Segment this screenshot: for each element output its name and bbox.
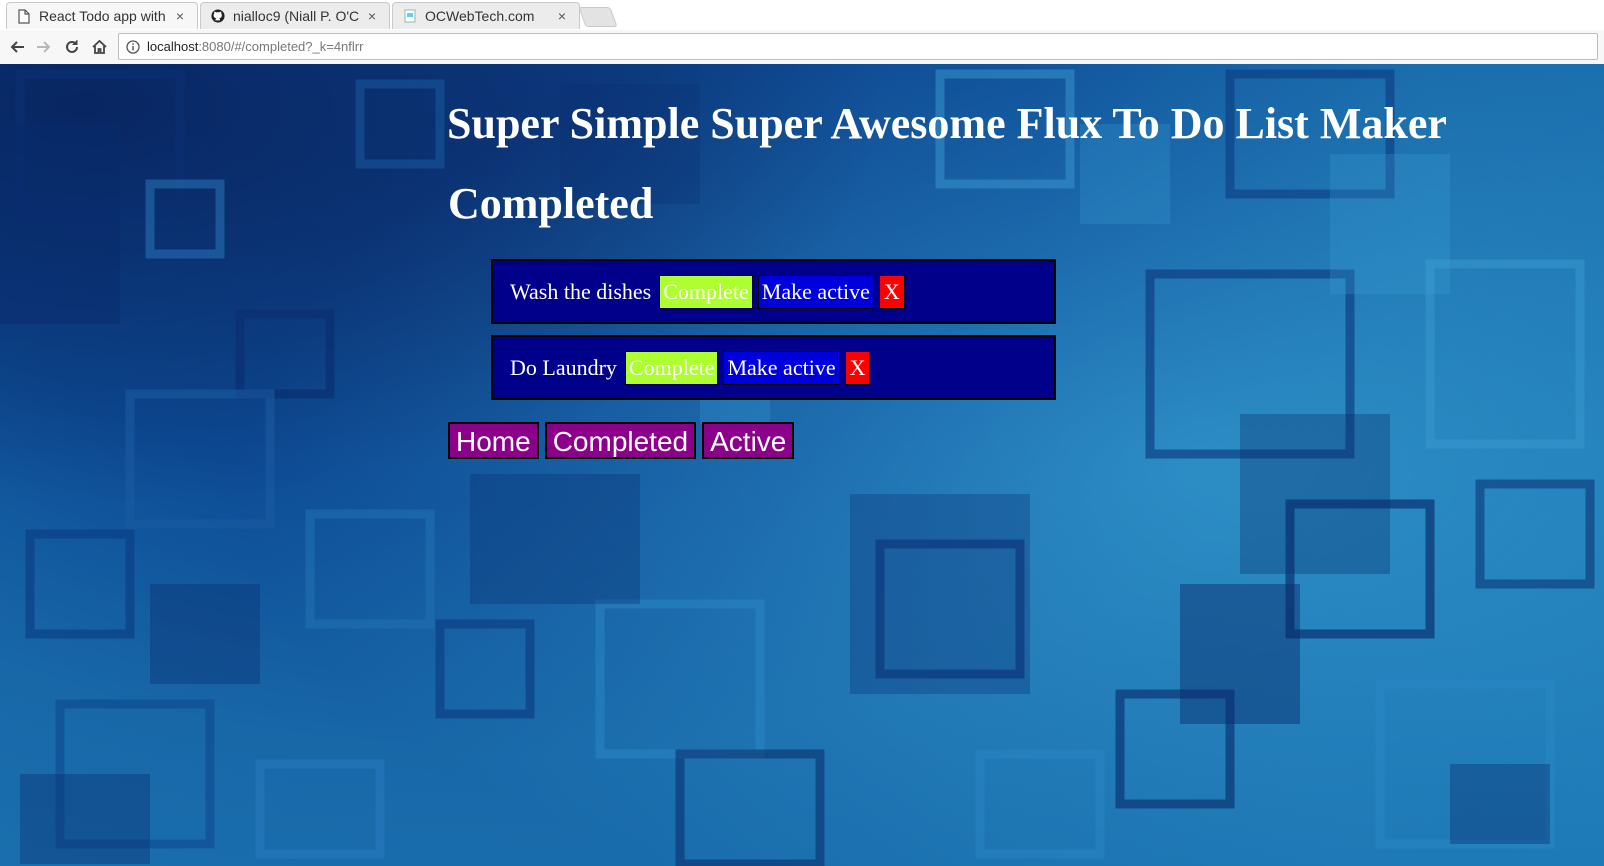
app-title: Super Simple Super Awesome Flux To Do Li… xyxy=(447,99,1447,148)
reload-icon xyxy=(66,40,78,53)
browser-chrome: React Todo app with × nialloc9 (Niall P.… xyxy=(0,0,1604,65)
complete-button[interactable]: Complete xyxy=(659,274,753,309)
browser-toolbar: localhost:8080/#/completed?_k=4nflrr xyxy=(0,30,1604,64)
todo-text: Wash the dishes xyxy=(510,278,652,304)
make-active-button[interactable]: Make active xyxy=(723,350,840,385)
delete-button[interactable]: X xyxy=(878,274,905,309)
page-heading: Completed xyxy=(448,179,654,228)
tab-title: nialloc9 (Niall P. O'C xyxy=(233,8,359,24)
nav-link-completed[interactable]: Completed xyxy=(544,422,697,459)
todo-text: Do Laundry xyxy=(510,354,617,380)
github-icon xyxy=(211,8,225,24)
todo-item: Wash the dishes Complete Make active X xyxy=(491,259,1056,324)
todo-list: Wash the dishes Complete Make active X D… xyxy=(491,259,1056,411)
page-viewport: Super Simple Super Awesome Flux To Do Li… xyxy=(0,64,1604,866)
tab-ocwebtech[interactable]: OCWebTech.com × xyxy=(392,2,580,29)
new-tab-button[interactable] xyxy=(578,7,618,27)
document-icon xyxy=(17,8,31,24)
home-icon xyxy=(91,39,107,54)
tab-title: React Todo app with xyxy=(39,8,166,24)
tab-title: OCWebTech.com xyxy=(425,8,535,24)
todo-item: Do Laundry Complete Make active X xyxy=(491,335,1056,400)
url-host: localhost xyxy=(147,39,199,54)
url-path: :8080/#/completed?_k=4nflrr xyxy=(198,39,364,54)
tab-close-icon[interactable]: × xyxy=(173,8,187,24)
address-bar[interactable]: localhost:8080/#/completed?_k=4nflrr xyxy=(118,33,1598,60)
tab-github[interactable]: nialloc9 (Niall P. O'C × xyxy=(200,2,390,29)
tab-close-icon[interactable]: × xyxy=(365,8,379,24)
info-icon[interactable] xyxy=(125,39,141,55)
arrow-right-icon xyxy=(37,41,51,53)
app-root: Super Simple Super Awesome Flux To Do Li… xyxy=(0,64,1604,866)
forward-button[interactable] xyxy=(33,36,55,58)
delete-button[interactable]: X xyxy=(844,350,871,385)
tab-close-icon[interactable]: × xyxy=(555,8,569,24)
back-button[interactable] xyxy=(6,36,28,58)
nav-links: Home Completed Active xyxy=(448,422,800,459)
make-active-button[interactable]: Make active xyxy=(757,274,874,309)
site-favicon-icon xyxy=(403,8,417,24)
arrow-left-icon xyxy=(10,41,24,53)
tab-react-todo[interactable]: React Todo app with × xyxy=(6,2,198,29)
reload-button[interactable] xyxy=(61,36,83,58)
nav-link-active[interactable]: Active xyxy=(702,422,795,459)
home-button[interactable] xyxy=(88,36,110,58)
nav-link-home[interactable]: Home xyxy=(448,422,539,459)
tab-strip: React Todo app with × nialloc9 (Niall P.… xyxy=(0,0,1604,30)
complete-button[interactable]: Complete xyxy=(624,350,719,385)
